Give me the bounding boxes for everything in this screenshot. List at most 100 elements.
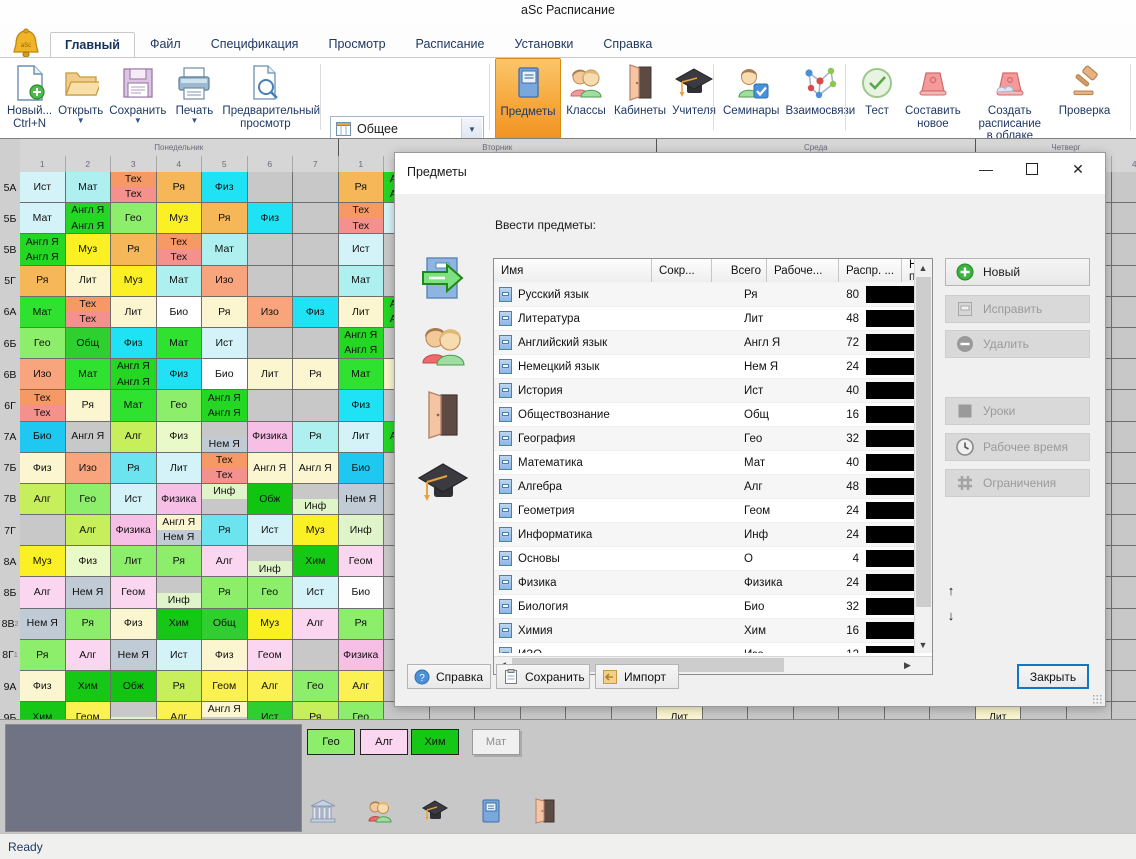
timetable-cell[interactable]: Лит <box>248 359 294 390</box>
timetable-cell[interactable] <box>1112 671 1136 702</box>
timetable-cell[interactable]: Обж <box>248 484 294 515</box>
timetable-cell[interactable]: Гео <box>293 671 339 702</box>
column-header-name[interactable]: Имя <box>494 259 652 282</box>
timetable-cell[interactable] <box>1112 577 1136 608</box>
preview-pane[interactable] <box>5 724 302 832</box>
timetable-cell[interactable]: Физ <box>157 359 203 390</box>
timetable-cell[interactable]: Ист <box>293 577 339 608</box>
timetable-cell[interactable]: ТехТех <box>339 203 385 234</box>
timetable-cell[interactable]: Ря <box>111 234 157 265</box>
move-down-button[interactable]: ↓ <box>940 604 962 626</box>
table-row[interactable]: АлгебраАлг48Иде... <box>494 475 933 499</box>
timetable-cell[interactable]: Лит <box>339 297 385 328</box>
timetable-cell[interactable] <box>293 172 339 203</box>
timetable-cell[interactable]: Англ ЯАнгл Я <box>20 234 66 265</box>
timetable-cell[interactable]: Изо <box>202 266 248 297</box>
timetable-cell[interactable]: Мат <box>157 266 203 297</box>
resize-grip[interactable] <box>1092 694 1102 704</box>
timetable-cell[interactable]: Англ ЯАнгл Я <box>202 390 248 421</box>
table-body[interactable]: Русский языкРя80Иде...ЛитератураЛит48Иде… <box>494 283 933 653</box>
timetable-cell[interactable]: Хим <box>66 671 112 702</box>
timetable-cell[interactable]: Ря <box>339 609 385 640</box>
timetable-cell[interactable]: Мат <box>339 359 385 390</box>
timetable-cell[interactable]: Мат <box>339 266 385 297</box>
timetable-cell[interactable]: Био <box>157 297 203 328</box>
timetable-cell[interactable]: Геом <box>339 546 385 577</box>
timetable-cell[interactable]: Англ ЯАнгл Я <box>339 328 385 359</box>
timetable-cell[interactable]: Англ ЯАнгл Я <box>66 203 112 234</box>
close-button[interactable]: ✕ <box>1055 153 1101 185</box>
tab-spravka[interactable]: Справка <box>588 31 667 56</box>
timetable-cell[interactable]: Ря <box>202 297 248 328</box>
timetable-cell[interactable]: Био <box>339 453 385 484</box>
ribbon-test-button[interactable]: Тест <box>852 58 902 118</box>
timetable-cell[interactable]: Гео <box>339 702 385 719</box>
timetable-cell[interactable] <box>1112 328 1136 359</box>
timetable-cell[interactable] <box>293 234 339 265</box>
timetable-cell[interactable]: Алг <box>66 515 112 546</box>
timetable-cell[interactable]: ТехТех <box>157 234 203 265</box>
table-row[interactable]: ИсторияИст40Иде... <box>494 379 933 403</box>
timetable-cell[interactable]: Муз <box>293 515 339 546</box>
timetable-cell[interactable]: Физ <box>66 546 112 577</box>
table-row[interactable]: ГеографияГео32Иде... <box>494 427 933 451</box>
timetable-cell[interactable]: Физ <box>20 453 66 484</box>
timetable-cell[interactable]: Ря <box>202 577 248 608</box>
timetable-cell[interactable] <box>1112 203 1136 234</box>
timetable-cell[interactable] <box>1112 297 1136 328</box>
subject-chip[interactable]: Мат <box>472 729 520 755</box>
timetable-cell[interactable] <box>293 266 339 297</box>
timetable-cell[interactable]: Ря <box>293 422 339 453</box>
teacher-cap-icon[interactable] <box>417 458 469 510</box>
chevron-down-icon[interactable]: ▼ <box>176 117 214 125</box>
timetable-cell[interactable] <box>293 390 339 421</box>
tab-ustanovki[interactable]: Установки <box>499 31 588 56</box>
scroll-up-icon[interactable]: ▲ <box>915 259 931 276</box>
column-header-distribution[interactable]: Распр. ... <box>839 259 902 282</box>
ribbon-print-button[interactable]: Печать ▼ <box>169 58 219 125</box>
timetable-cell[interactable]: Физ <box>202 640 248 671</box>
ribbon-classes-button[interactable]: Классы <box>561 58 611 118</box>
timetable-cell[interactable]: Ист <box>248 515 294 546</box>
timetable-cell[interactable]: Хим <box>20 702 66 719</box>
timetable-cell[interactable]: Англ Я <box>248 453 294 484</box>
scroll-right-icon[interactable]: ▶ <box>899 657 916 673</box>
timetable-cell[interactable]: Био <box>202 359 248 390</box>
timetable-cell[interactable]: Ист <box>339 234 385 265</box>
timetable-cell[interactable]: Ря <box>157 172 203 203</box>
timetable-cell[interactable]: Алг <box>248 671 294 702</box>
building-icon[interactable] <box>310 798 336 824</box>
timetable-cell[interactable]: Хим <box>293 546 339 577</box>
timetable-cell[interactable] <box>293 203 339 234</box>
timetable-cell[interactable]: Геом <box>248 640 294 671</box>
timetable-cell[interactable]: Лит <box>66 266 112 297</box>
tab-fail[interactable]: Файл <box>135 31 196 56</box>
timetable-cell[interactable]: Нем Я <box>111 640 157 671</box>
timetable-cell[interactable]: ТехТех <box>111 172 157 203</box>
timetable-cell[interactable]: Инф <box>293 484 339 515</box>
timetable-cell[interactable]: Нем Я <box>202 422 248 453</box>
timetable-cell[interactable]: Ря <box>202 515 248 546</box>
timetable-cell[interactable]: Лит <box>111 297 157 328</box>
timetable-cell[interactable]: Англ Я <box>293 453 339 484</box>
timetable-cell[interactable] <box>1112 172 1136 203</box>
timetable-cell[interactable]: Общ <box>202 609 248 640</box>
ribbon-save-button[interactable]: Сохранить ▼ <box>106 58 169 125</box>
tab-glavniy[interactable]: Главный <box>50 32 135 57</box>
ribbon-cloud-generate-button[interactable]: Создать расписание в облаке <box>964 58 1056 143</box>
timetable-cell[interactable]: Англ Я <box>66 422 112 453</box>
timetable-cell[interactable]: Мат <box>66 172 112 203</box>
ribbon-subjects-button[interactable]: Предметы <box>495 58 561 140</box>
timetable-cell[interactable]: Алг <box>157 702 203 719</box>
timetable-cell[interactable] <box>293 328 339 359</box>
timetable-cell[interactable]: Муз <box>20 546 66 577</box>
column-header-total[interactable]: Всего <box>712 259 767 282</box>
timetable-cell[interactable]: Ря <box>293 702 339 719</box>
timetable-cell[interactable]: Муз <box>66 234 112 265</box>
classroom-door-icon[interactable] <box>532 798 558 824</box>
timetable-cell[interactable]: Ист <box>157 640 203 671</box>
timetable-cell[interactable]: Физ <box>111 328 157 359</box>
ribbon-new-button[interactable]: Новый... Ctrl+N <box>4 58 55 130</box>
timetable-cell[interactable]: Алг <box>202 546 248 577</box>
timetable-cell[interactable]: Инф <box>339 515 385 546</box>
